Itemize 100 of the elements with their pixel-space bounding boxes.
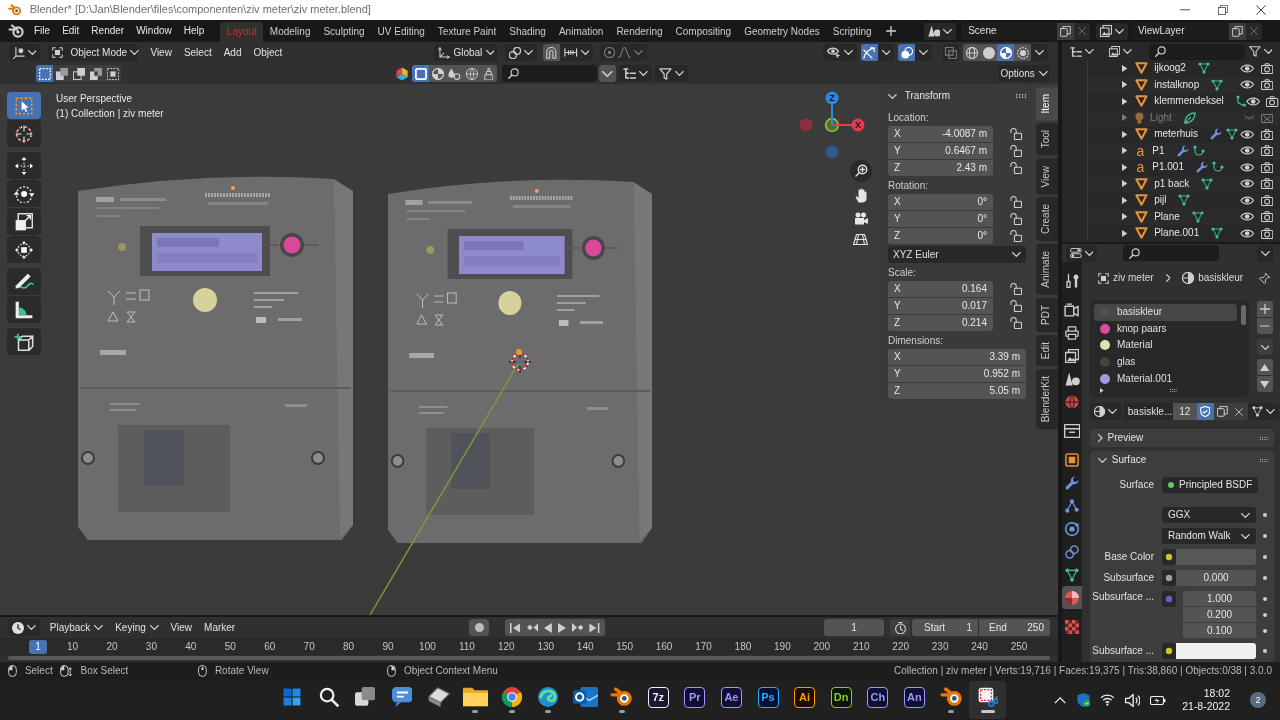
play-icon[interactable] xyxy=(557,622,566,633)
annotate-tool[interactable] xyxy=(7,268,41,295)
mesh-triangle-icon[interactable] xyxy=(1226,128,1239,141)
socket-icon[interactable] xyxy=(1162,549,1176,565)
keyframe-dot-icon[interactable] xyxy=(1263,576,1267,580)
visibility-dropdown[interactable] xyxy=(823,44,857,61)
axis-handle[interactable] xyxy=(824,117,840,133)
workspace-tab[interactable]: Animation xyxy=(552,22,610,42)
taskbar-button[interactable]: Pr xyxy=(676,681,714,719)
mesh-triangle-icon[interactable] xyxy=(1191,210,1204,223)
menu-item[interactable]: Select xyxy=(177,46,218,59)
menu-item[interactable]: Edit xyxy=(56,25,86,37)
overlays-toggle[interactable] xyxy=(898,44,916,61)
auto-keying-toggle[interactable] xyxy=(469,619,490,636)
new-view-layer-button[interactable] xyxy=(1229,22,1246,40)
curve-icon[interactable] xyxy=(1192,144,1205,157)
sidebar-tab[interactable]: Edit xyxy=(1036,335,1058,367)
play-reverse-icon[interactable] xyxy=(544,622,552,633)
wrench-icon[interactable] xyxy=(1176,144,1189,157)
remove-slot-button[interactable] xyxy=(1257,318,1273,334)
keyframe-dot-icon[interactable] xyxy=(1263,555,1267,559)
pin-icon[interactable] xyxy=(1259,272,1270,284)
rounded-square-filter-button[interactable] xyxy=(412,65,430,82)
hand-icon[interactable] xyxy=(855,188,868,203)
keyframe-dot-icon[interactable] xyxy=(1263,628,1267,633)
menu-item[interactable]: File xyxy=(28,25,57,37)
object-name[interactable]: instalknop xyxy=(1154,78,1200,91)
object-name[interactable]: P1 xyxy=(1152,144,1165,157)
padlock-open-icon[interactable] xyxy=(1009,316,1022,329)
notification-count[interactable]: 2 xyxy=(1250,692,1266,708)
search-field[interactable] xyxy=(1148,43,1245,60)
slot-menu-button[interactable] xyxy=(1257,339,1273,355)
camera-icon[interactable] xyxy=(1260,79,1273,91)
sidebar-tab[interactable]: PDT xyxy=(1036,298,1058,332)
shield-check-icon[interactable] xyxy=(1076,693,1091,707)
shading-options-dropdown[interactable] xyxy=(1031,44,1048,61)
number-field[interactable]: Y 0.6467 m xyxy=(888,143,993,159)
color-swatch[interactable] xyxy=(1176,549,1256,565)
current-frame-field[interactable]: 1 xyxy=(824,619,884,636)
sidebar-tab[interactable]: Create xyxy=(1036,197,1058,242)
end-frame-field[interactable]: End 250 xyxy=(979,619,1050,636)
workspace-tab[interactable]: Sculpting xyxy=(316,22,372,42)
select-box-tool[interactable] xyxy=(7,92,41,119)
scale-tool[interactable] xyxy=(7,208,41,235)
taskbar-button[interactable]: An xyxy=(896,681,933,719)
object-name[interactable]: pijl xyxy=(1154,194,1167,207)
menu-item[interactable]: Help xyxy=(177,25,211,37)
panel-header[interactable]: Preview xyxy=(1090,429,1274,447)
snap-toggle[interactable] xyxy=(543,44,561,61)
properties-tab[interactable] xyxy=(1062,586,1082,609)
gizmo-toggle[interactable] xyxy=(860,44,878,61)
invert-selection-button[interactable] xyxy=(87,65,104,82)
options-dropdown[interactable]: Options xyxy=(998,65,1050,82)
padlock-open-icon[interactable] xyxy=(1009,161,1022,174)
next-keyframe-icon[interactable] xyxy=(571,623,584,632)
material-slot[interactable]: Material.001 xyxy=(1094,370,1237,387)
object-name[interactable]: Plane xyxy=(1154,210,1180,223)
axis-handle[interactable] xyxy=(825,145,839,159)
taskbar-button[interactable]: Dn xyxy=(822,681,860,719)
camera-icon[interactable] xyxy=(1266,95,1279,107)
user-count-field[interactable]: 12 xyxy=(1172,403,1197,420)
eye-icon[interactable] xyxy=(1240,179,1255,189)
curve-icon[interactable] xyxy=(1212,161,1224,174)
object-name[interactable]: ijkoog2 xyxy=(1154,62,1186,75)
menu-item[interactable]: View xyxy=(144,46,178,59)
collapse-dropdown[interactable] xyxy=(599,65,617,82)
expand-arrow-icon[interactable] xyxy=(1100,387,1104,393)
move-up-button[interactable] xyxy=(1257,359,1273,375)
menu-item[interactable]: Add xyxy=(217,46,248,59)
material-shading-button[interactable] xyxy=(997,44,1015,61)
mode-dropdown[interactable]: Object Mode xyxy=(48,44,139,61)
leaf-icon[interactable] xyxy=(1183,111,1196,124)
battery-icon[interactable] xyxy=(1150,695,1167,705)
socket-icon[interactable] xyxy=(1162,643,1176,659)
number-field[interactable]: 0.200 xyxy=(1183,607,1256,622)
filter-dropdown[interactable] xyxy=(655,65,688,82)
menu-item[interactable]: Window xyxy=(130,25,178,37)
keyframe-dot-icon[interactable] xyxy=(1263,612,1267,617)
taskbar-button[interactable]: 7z xyxy=(639,681,677,719)
eye-icon[interactable] xyxy=(1240,146,1255,156)
app-logo-icon[interactable] xyxy=(8,24,24,38)
panel-header[interactable]: Transform xyxy=(888,88,1026,104)
menu-item[interactable]: Keying xyxy=(109,621,165,634)
options-dropdown[interactable] xyxy=(915,44,933,61)
eye-icon[interactable] xyxy=(1246,96,1261,106)
menu-item[interactable]: Playback xyxy=(43,621,110,634)
menu-item[interactable]: View xyxy=(164,621,199,634)
workspace-tab[interactable]: Texture Paint xyxy=(431,22,503,42)
sidebar-tab[interactable]: BlenderKit xyxy=(1036,369,1058,430)
axis-handle[interactable]: Z xyxy=(825,91,839,126)
eye-icon[interactable] xyxy=(1240,162,1255,172)
rotation-mode-dropdown[interactable]: XYZ Euler xyxy=(888,246,1026,263)
camera-icon[interactable] xyxy=(1260,227,1273,239)
padlock-open-icon[interactable] xyxy=(1009,212,1022,225)
new-scene-button[interactable] xyxy=(1057,22,1075,40)
editor-type-dropdown[interactable] xyxy=(9,44,41,61)
padlock-open-icon[interactable] xyxy=(1009,229,1022,242)
measure-tool[interactable] xyxy=(7,296,41,323)
orientation-dropdown[interactable]: Global xyxy=(434,44,499,61)
editor-type-dropdown[interactable] xyxy=(1066,244,1098,262)
